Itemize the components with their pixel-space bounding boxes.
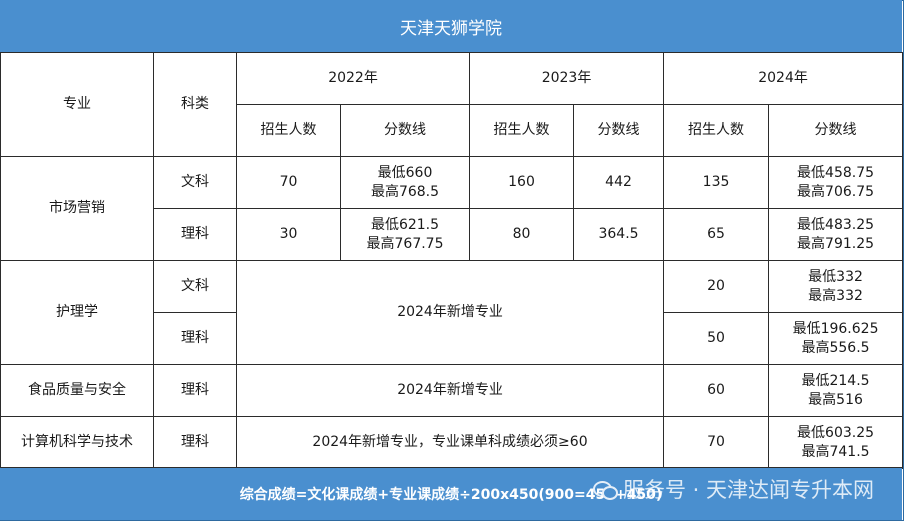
header-enroll-2023: 招生人数: [469, 104, 575, 157]
score-2023-cell: 442: [573, 156, 665, 209]
watermark: 服务号 · 天津达闻专升本网: [592, 474, 874, 504]
score-min: 最低603.25: [797, 424, 875, 441]
score-min: 最低483.25: [797, 216, 875, 233]
major-cell: 食品质量与安全: [0, 364, 154, 417]
score-min: 最低660: [377, 164, 433, 181]
enroll-2024-cell: 50: [663, 312, 770, 365]
major-cell: 市场营销: [0, 156, 154, 261]
enroll-2024-cell: 20: [663, 260, 770, 313]
new-major-note: 2024年新增专业: [235, 260, 665, 365]
table-title: 天津天狮学院: [400, 18, 502, 39]
enroll-2024-cell: 70: [663, 416, 770, 469]
table-row: 食品质量与安全 理科 2024年新增专业 60 最低214.5 最高516: [0, 364, 904, 417]
score-2024-cell: 最低214.5 最高516: [768, 364, 904, 417]
enroll-2024-cell: 60: [663, 364, 770, 417]
score-2022-cell: 最低660 最高768.5: [339, 156, 471, 209]
score-max: 最高791.25: [797, 235, 875, 252]
subject-cell: 文科: [153, 260, 237, 313]
score-max: 最高556.5: [801, 339, 870, 356]
subject-cell: 理科: [153, 364, 237, 417]
score-max: 最高768.5: [370, 183, 440, 200]
score-max: 最高767.75: [366, 235, 444, 252]
header-row-years: 专业 科类 2022年 2023年 2024年: [0, 52, 904, 157]
table-row: 市场营销 文科 70 最低660 最高768.5 160 442 135 最低4…: [0, 156, 904, 261]
major-cell: 护理学: [0, 260, 154, 365]
new-major-note: 2024年新增专业，专业课单科成绩必须≥60: [235, 416, 665, 469]
enroll-2024-cell: 135: [663, 156, 770, 209]
table-title-bar: 天津天狮学院: [0, 0, 902, 53]
header-enroll-2024: 招生人数: [663, 104, 770, 157]
score-2024-cell: 最低196.625 最高556.5: [768, 312, 904, 365]
table-row: 护理学 文科 2024年新增专业 20 最低332 最高332: [0, 260, 904, 365]
header-subject: 科类: [153, 52, 237, 157]
subject-cell: 理科: [153, 416, 237, 469]
wechat-icon: [592, 479, 618, 500]
score-max: 最高516: [808, 391, 863, 408]
enroll-2024-cell: 65: [663, 208, 770, 261]
header-enroll-2022: 招生人数: [236, 104, 341, 157]
header-score-2024: 分数线: [768, 104, 904, 157]
score-min: 最低332: [808, 268, 863, 285]
new-major-note: 2024年新增专业: [235, 364, 665, 417]
enroll-2023-cell: 160: [469, 156, 575, 209]
score-max: 最高332: [808, 287, 863, 304]
watermark-text: 服务号 · 天津达闻专升本网: [622, 478, 874, 502]
enroll-2022-cell: 30: [236, 208, 341, 261]
header-year-2023: 2023年: [469, 52, 665, 105]
score-2023-cell: 364.5: [573, 208, 665, 261]
enroll-2022-cell: 70: [236, 156, 341, 209]
enroll-2023-cell: 80: [469, 208, 575, 261]
subject-cell: 理科: [153, 208, 237, 261]
footer-bar: 综合成绩=文化课成绩+专业课成绩÷200x450(900=450+450) 服务…: [0, 467, 902, 520]
score-2022-cell: 最低621.5 最高767.75: [339, 208, 471, 261]
header-major: 专业: [0, 52, 154, 157]
score-2024-cell: 最低483.25 最高791.25: [768, 208, 904, 261]
header-year-2022: 2022年: [235, 52, 471, 105]
score-max: 最高706.75: [797, 183, 875, 200]
subject-cell: 文科: [153, 156, 237, 209]
header-score-2022: 分数线: [339, 104, 471, 157]
score-2024-cell: 最低332 最高332: [768, 260, 904, 313]
table-row: 计算机科学与技术 理科 2024年新增专业，专业课单科成绩必须≥60 70 最低…: [0, 416, 904, 469]
score-table: 专业 科类 2022年 2023年 2024年 招生人数 分数线 招生人数 分数…: [0, 52, 904, 469]
header-score-2023: 分数线: [573, 104, 665, 157]
score-min: 最低196.625: [792, 320, 879, 337]
score-min: 最低458.75: [797, 164, 875, 181]
score-min: 最低214.5: [801, 372, 870, 389]
score-2024-cell: 最低458.75 最高706.75: [768, 156, 904, 209]
score-max: 最高741.5: [801, 443, 870, 460]
major-cell: 计算机科学与技术: [0, 416, 154, 469]
score-min: 最低621.5: [370, 216, 440, 233]
subject-cell: 理科: [153, 312, 237, 365]
score-2024-cell: 最低603.25 最高741.5: [768, 416, 904, 469]
header-year-2024: 2024年: [663, 52, 904, 105]
